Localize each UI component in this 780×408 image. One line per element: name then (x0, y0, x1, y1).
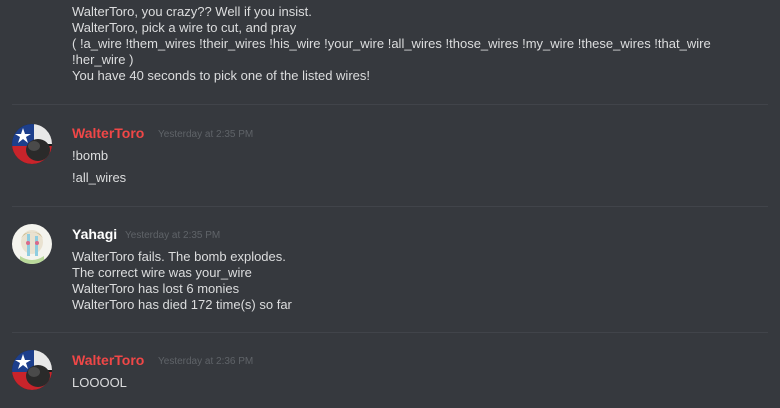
message-line: The correct wire was your_wire (72, 265, 252, 280)
timestamp: Yesterday at 2:36 PM (158, 356, 254, 367)
message-line: WalterToro has died 172 time(s) so far (72, 297, 292, 312)
message-line: WalterToro, pick a wire to cut, and pray (72, 20, 297, 35)
username[interactable]: WalterToro (72, 125, 144, 141)
message-line: You have 40 seconds to pick one of the l… (72, 68, 370, 83)
chat-messages: WalterToro, you crazy?? Well if you insi… (0, 0, 780, 408)
message-line: ( !a_wire !them_wires !their_wires !his_… (72, 36, 711, 51)
username[interactable]: WalterToro (72, 352, 144, 368)
flag-avatar-icon (12, 350, 52, 390)
message-line: !all_wires (72, 170, 127, 185)
message-line: LOOOOL (72, 375, 127, 390)
message-line: WalterToro, you crazy?? Well if you insi… (72, 4, 312, 19)
message-line: WalterToro fails. The bomb explodes. (72, 249, 286, 264)
avatar[interactable] (12, 350, 52, 390)
message-divider (12, 104, 768, 105)
message-divider (12, 332, 768, 333)
timestamp: Yesterday at 2:35 PM (125, 230, 221, 241)
anime-avatar-icon (12, 224, 52, 264)
flag-avatar-icon (12, 124, 52, 164)
message-line: WalterToro has lost 6 monies (72, 281, 240, 296)
avatar[interactable] (12, 224, 52, 264)
timestamp: Yesterday at 2:35 PM (158, 129, 254, 140)
username[interactable]: Yahagi (72, 226, 117, 242)
message-line: !her_wire ) (72, 52, 134, 67)
message-line: !bomb (72, 148, 109, 163)
message-divider (12, 206, 768, 207)
avatar[interactable] (12, 124, 52, 164)
